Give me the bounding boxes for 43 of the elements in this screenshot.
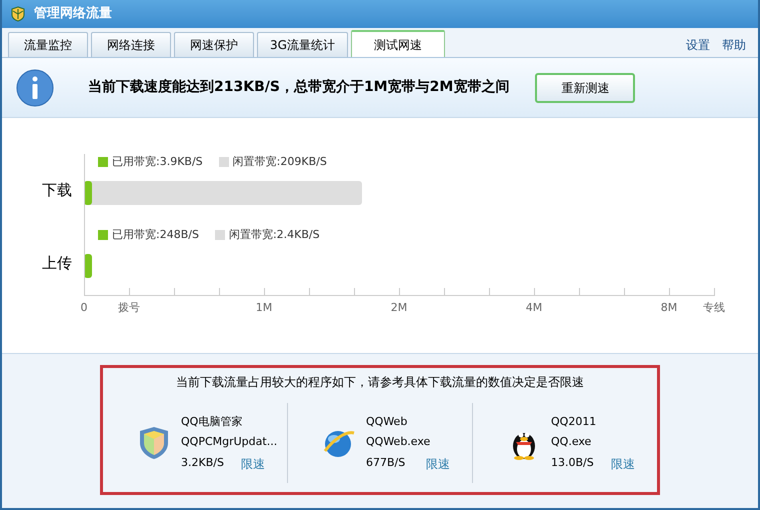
legend-swatch-icon [218,157,229,168]
axis-label: 0 [80,300,88,316]
shield-icon [139,426,169,460]
process-name: QQ.exe [551,434,592,450]
axis-label: 4M [526,300,542,316]
axis-label: 专线 [703,300,725,316]
process-name: QQWeb.exe [366,434,432,450]
idle-bandwidth-label: 闲置带宽:209KB/S [232,154,327,170]
program-name: QQ电脑管家 [181,414,244,430]
header-link[interactable]: 帮助 [722,36,746,54]
tab[interactable]: 流量监控 [8,32,88,57]
row-label: 上传 [42,253,72,274]
legend-swatch-icon [214,230,225,240]
idle-bandwidth-label: 闲置带宽:2.4KB/S [228,227,320,243]
program-name: QQ2011 [551,414,598,430]
retest-button[interactable]: 重新测速 [535,72,636,102]
limit-speed-link[interactable]: 限速 [426,454,450,472]
tab[interactable]: 网速保护 [174,32,254,57]
window-title: 管理网络流量 [34,4,112,24]
speed-result-message: 当前下载速度能达到213KB/S，总带宽介于1M宽带与2M宽带之间 [88,78,510,97]
shield-icon [10,6,26,22]
limit-speed-link[interactable]: 限速 [241,454,265,472]
tab[interactable]: 3G流量统计 [257,32,348,57]
legend-swatch-icon [98,157,108,168]
used-bandwidth-label: 已用带宽:3.9KB/S [112,154,203,170]
process-name: QQPCMgrUpdat... [181,434,278,450]
row-label: 下载 [42,180,72,201]
info-icon [16,68,54,106]
header-link[interactable]: 设置 [686,36,710,54]
speed-value: 3.2KB/S [181,454,223,470]
used-bandwidth-label: 已用带宽:248B/S [112,227,199,243]
programs-heading: 当前下载流量占用较大的程序如下，请参考具体下载流量的数值决定是否限速 [176,374,584,391]
tab[interactable]: 测试网速 [350,30,445,57]
speed-value: 13.0B/S [551,454,593,470]
tab[interactable]: 网络连接 [91,32,171,57]
legend-swatch-icon [98,230,108,240]
limit-speed-link[interactable]: 限速 [611,454,635,472]
axis-label: 2M [390,300,408,316]
program-name: QQWeb [366,414,408,430]
axis-label: 8M [660,300,678,316]
speed-value: 677B/S [366,454,406,470]
axis-label: 拨号 [118,300,140,316]
axis-label: 1M [256,300,272,316]
